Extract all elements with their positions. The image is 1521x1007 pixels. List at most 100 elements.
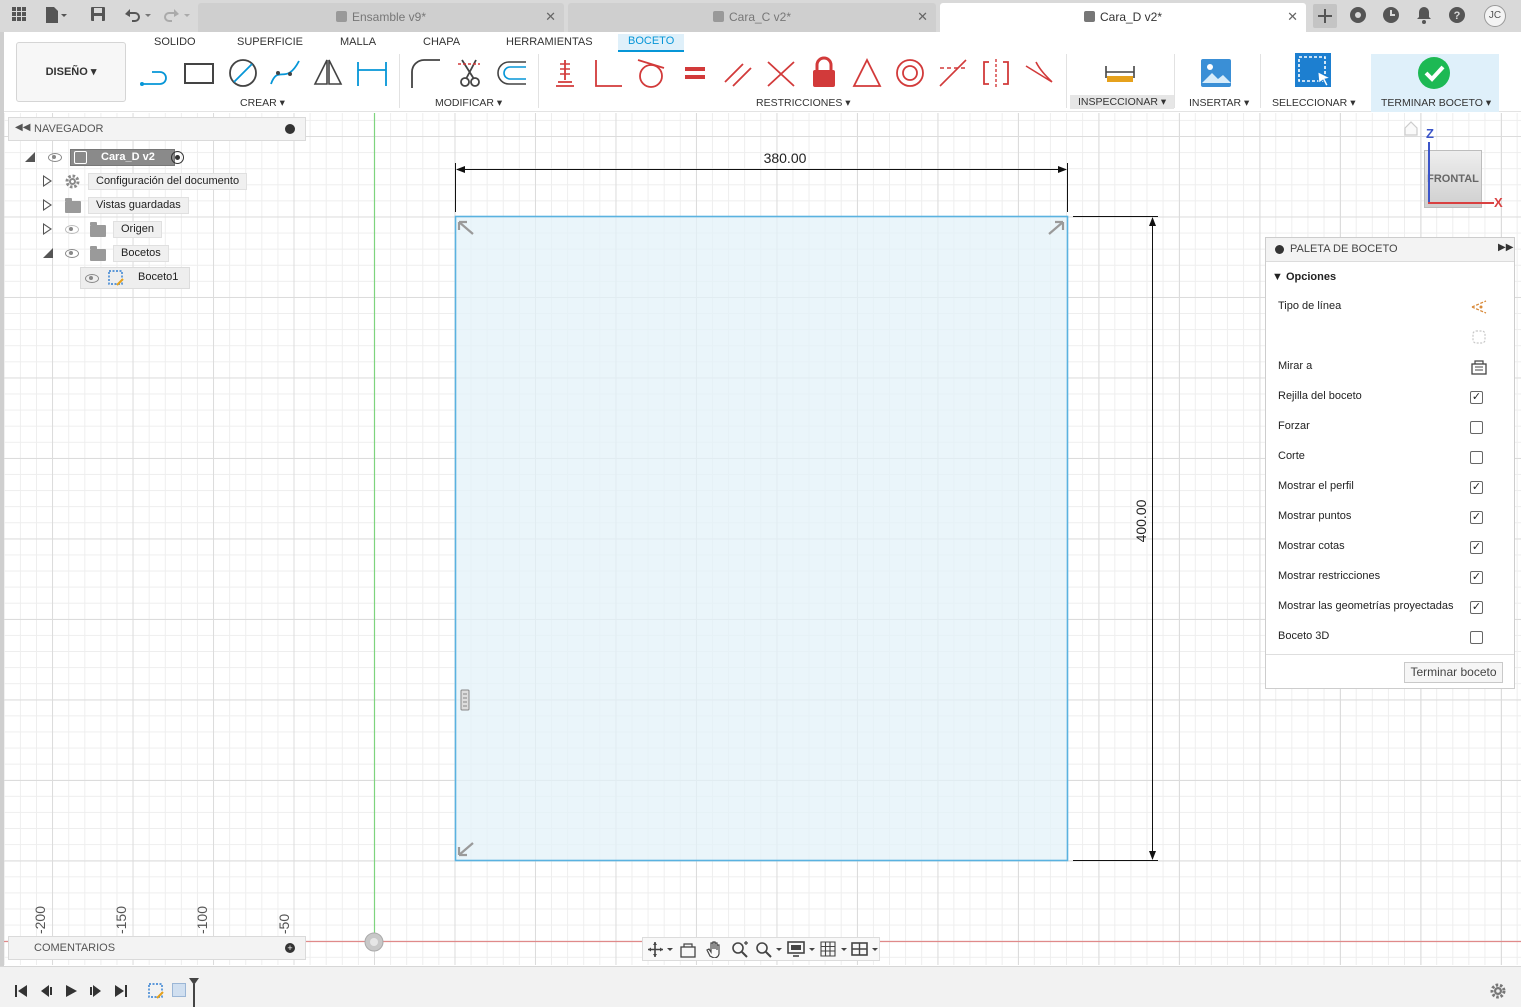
file-icon[interactable] (44, 6, 67, 26)
palette-row-construction[interactable] (1278, 330, 1498, 350)
panel-menu-icon[interactable] (1275, 245, 1284, 254)
workspace-button[interactable]: DISEÑO ▾ (16, 42, 126, 102)
collinear-constraint-icon[interactable] (936, 56, 970, 90)
tree-item-sketches[interactable]: Bocetos (40, 243, 180, 263)
timeline-sketch-icon[interactable] (148, 982, 166, 1000)
grid-settings-icon[interactable] (819, 940, 849, 958)
offset-tool-icon[interactable] (495, 56, 529, 90)
dimension-tool-icon[interactable] (355, 56, 389, 90)
group-inspeccionar[interactable]: INSPECCIONAR ▾ (1070, 95, 1175, 109)
group-terminar-boceto[interactable]: TERMINAR BOCETO ▾ (1381, 97, 1491, 109)
orbit-icon[interactable] (647, 941, 673, 958)
group-restricciones[interactable]: RESTRICCIONES ▾ (756, 97, 851, 109)
parallel-constraint-icon[interactable] (721, 56, 755, 90)
close-icon[interactable]: ✕ (917, 9, 928, 25)
save-icon[interactable] (88, 6, 108, 26)
measure-tool-icon[interactable] (1103, 56, 1137, 90)
checkmark-icon[interactable] (1417, 56, 1451, 90)
look-at-icon[interactable] (1470, 358, 1488, 376)
collapsed-arrow-icon[interactable] (43, 175, 52, 187)
expand-panel-icon[interactable]: ▶▶ (1498, 242, 1513, 253)
tab-herramientas[interactable]: HERRAMIENTAS (506, 36, 593, 48)
tab-cara-c[interactable]: Cara_C v2* ✕ (568, 3, 936, 32)
collapse-icon[interactable]: ◀◀ (15, 122, 30, 133)
rectangle-tool-icon[interactable] (182, 56, 216, 90)
finish-sketch-button[interactable]: Terminar boceto (1404, 662, 1503, 683)
insert-image-icon[interactable] (1199, 56, 1233, 90)
zoom-window-icon[interactable] (755, 940, 783, 958)
symmetry-constraint-icon[interactable] (979, 56, 1013, 90)
tree-item-origin[interactable]: Origen (40, 219, 180, 239)
show-dimensions-checkbox[interactable]: ✓ (1470, 541, 1483, 554)
pan-hand-icon[interactable] (705, 940, 723, 958)
palette-row-sketch-grid[interactable]: Rejilla del boceto ✓ (1278, 390, 1498, 410)
palette-row-linetype[interactable]: Tipo de línea (1278, 300, 1498, 320)
line-tool-icon[interactable] (138, 56, 172, 90)
timeline-settings-gear-icon[interactable] (1489, 982, 1507, 1000)
avatar[interactable]: JC (1484, 5, 1506, 27)
timeline-marker[interactable] (188, 977, 200, 1007)
palette-header[interactable]: PALETA DE BOCETO ▶▶ (1266, 238, 1514, 262)
show-profile-checkbox[interactable]: ✓ (1470, 481, 1483, 494)
visibility-eye-icon[interactable] (65, 249, 79, 258)
slice-checkbox[interactable] (1470, 451, 1483, 464)
sketch-grid-checkbox[interactable]: ✓ (1470, 391, 1483, 404)
palette-row-slice[interactable]: Corte (1278, 450, 1498, 470)
show-projected-checkbox[interactable]: ✓ (1470, 601, 1483, 614)
expanded-arrow-icon[interactable] (43, 248, 53, 258)
collapsed-arrow-icon[interactable] (43, 223, 52, 235)
palette-row-show-constraints[interactable]: Mostrar restricciones ✓ (1278, 570, 1498, 590)
redo-icon[interactable] (160, 6, 194, 26)
3d-sketch-checkbox[interactable] (1470, 631, 1483, 644)
palette-row-3d-sketch[interactable]: Boceto 3D (1278, 630, 1498, 650)
go-to-start-icon[interactable] (14, 984, 28, 998)
step-back-icon[interactable] (39, 984, 53, 998)
expanded-arrow-icon[interactable] (25, 152, 35, 162)
curvature-constraint-icon[interactable] (1022, 56, 1056, 90)
apps-grid-icon[interactable] (9, 6, 29, 26)
group-insertar[interactable]: INSERTAR ▾ (1189, 97, 1249, 109)
tree-item-sketch1[interactable]: Boceto1 (80, 267, 190, 289)
show-constraints-checkbox[interactable]: ✓ (1470, 571, 1483, 584)
go-to-end-icon[interactable] (114, 984, 128, 998)
horizontal-dimension-value[interactable]: 380.00 (745, 150, 825, 166)
close-icon[interactable]: ✕ (545, 9, 556, 25)
viewcube[interactable]: FRONTAL Z X (1404, 120, 1520, 230)
play-icon[interactable] (64, 984, 78, 998)
extensions-icon[interactable] (1348, 6, 1368, 26)
help-icon[interactable]: ? (1447, 6, 1467, 26)
trim-tool-icon[interactable] (452, 56, 486, 90)
perpendicular-constraint-icon[interactable] (764, 56, 798, 90)
look-at-icon[interactable] (679, 941, 697, 958)
palette-row-show-projected[interactable]: Mostrar las geometrías proyectadas ✓ (1278, 600, 1498, 620)
tree-item-document-settings[interactable]: Configuración del documento (40, 171, 250, 191)
hidden-eye-icon[interactable] (65, 225, 79, 234)
snap-checkbox[interactable] (1470, 421, 1483, 434)
concentric-constraint-icon[interactable] (893, 56, 927, 90)
collapsed-arrow-icon[interactable] (43, 199, 52, 211)
job-status-icon[interactable] (1381, 6, 1401, 26)
home-view-icon[interactable] (1404, 120, 1418, 136)
panel-menu-icon[interactable] (285, 124, 295, 134)
tab-superficie[interactable]: SUPERFICIE (237, 36, 303, 48)
tab-malla[interactable]: MALLA (340, 36, 376, 48)
tab-chapa[interactable]: CHAPA (423, 36, 460, 48)
coincident-constraint-icon[interactable] (548, 56, 582, 90)
circle-tool-icon[interactable] (226, 56, 260, 90)
palette-row-snap[interactable]: Forzar (1278, 420, 1498, 440)
fillet-tool-icon[interactable] (408, 56, 442, 90)
add-comment-icon[interactable]: + (285, 943, 295, 953)
group-modificar[interactable]: MODIFICAR ▾ (435, 97, 502, 109)
notifications-icon[interactable] (1414, 6, 1434, 26)
visibility-eye-icon[interactable] (48, 153, 62, 162)
zoom-icon[interactable] (731, 940, 749, 958)
palette-row-show-dimensions[interactable]: Mostrar cotas ✓ (1278, 540, 1498, 560)
tangent-constraint-icon[interactable] (634, 56, 668, 90)
palette-row-show-points[interactable]: Mostrar puntos ✓ (1278, 510, 1498, 530)
select-tool-icon[interactable] (1294, 52, 1334, 92)
tab-solido[interactable]: SOLIDO (154, 36, 196, 48)
display-settings-icon[interactable] (787, 940, 817, 958)
visibility-eye-icon[interactable] (85, 274, 99, 283)
activate-radio-icon[interactable] (171, 151, 184, 164)
equal-constraint-icon[interactable] (678, 56, 712, 90)
